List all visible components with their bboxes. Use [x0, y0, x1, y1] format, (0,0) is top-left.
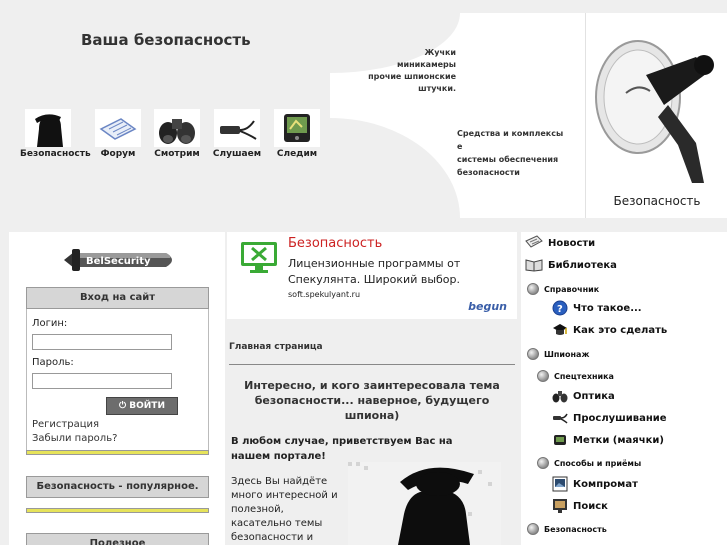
menu-item-methods[interactable]: Способы и приёмы — [537, 457, 641, 469]
login-button-label: ВОЙТИ — [129, 401, 165, 411]
menu-item-reference[interactable]: Справочник — [527, 283, 599, 295]
login-label: Логин: — [32, 318, 68, 329]
nav-label: Форум — [100, 149, 136, 159]
graduation-cap-icon — [553, 324, 567, 335]
svg-text:?: ? — [557, 304, 563, 315]
nav-label: Безопасность — [20, 149, 91, 159]
useful-panel-title[interactable]: Полезное — [26, 533, 209, 545]
right-sidebar-menu: Новости Библиотека Справочник ? Что тако… — [521, 232, 727, 545]
spy-silhouette-icon — [25, 109, 71, 147]
hero-caption: Безопасность — [613, 194, 701, 208]
popular-panel-title[interactable]: Безопасность - популярное. — [26, 476, 209, 498]
menu-item-compromat[interactable]: Компромат — [552, 476, 638, 492]
nav-item-security[interactable]: Безопасность — [20, 109, 91, 159]
divider — [229, 364, 515, 365]
menu-item-special-equipment[interactable]: Спецтехника — [537, 370, 614, 382]
password-input[interactable] — [32, 373, 172, 389]
nav-item-track[interactable]: Следим — [269, 109, 325, 159]
login-button[interactable]: ⏻ ВОЙТИ — [106, 397, 178, 415]
site-title: Ваша безопасность — [81, 31, 251, 49]
register-link[interactable]: Регистрация — [32, 419, 99, 430]
hero-image: Безопасность — [585, 13, 727, 218]
menu-item-espionage[interactable]: Шпионаж — [527, 348, 589, 360]
parabolic-microphone-icon — [595, 40, 714, 183]
news-icon — [525, 235, 543, 248]
knife-logo-icon: BelSecurity — [64, 249, 172, 271]
ad-title[interactable]: Безопасность — [288, 236, 382, 251]
spy-image — [348, 462, 501, 545]
ad-brand[interactable]: begun — [468, 300, 507, 313]
menu-item-how-to[interactable]: Как это сделать — [552, 322, 667, 338]
binoculars-icon — [154, 109, 200, 147]
main-content: Безопасность Лицензионные программы от С… — [227, 232, 517, 545]
gps-device-icon — [274, 109, 320, 147]
monitor-icon — [553, 499, 567, 513]
nav-item-listen[interactable]: Слушаем — [209, 109, 265, 159]
page-header: Ваша безопасность Безопасность Форум Смо… — [0, 0, 727, 220]
bullet-icon — [527, 523, 539, 535]
tagline-secondary: Средства и комплексы е системы обеспечен… — [457, 129, 564, 177]
bullet-icon — [537, 457, 549, 469]
welcome-text: В любом случае, приветствуем Вас на наше… — [231, 436, 453, 462]
notebook-icon — [95, 109, 141, 147]
panel-footer-bar — [26, 508, 209, 513]
panel-footer-bar — [26, 450, 209, 455]
tracker-icon — [554, 435, 566, 445]
nav-item-watch[interactable]: Смотрим — [149, 109, 205, 159]
login-panel: Логин: Пароль: ⏻ ВОЙТИ Регистрация Забыл… — [26, 309, 209, 454]
nav-label: Следим — [276, 149, 318, 159]
bullet-icon — [527, 283, 539, 295]
login-input[interactable] — [32, 334, 172, 350]
ad-url[interactable]: soft.spekulyant.ru — [288, 290, 360, 299]
nav-item-forum[interactable]: Форум — [90, 109, 146, 159]
tagline: Жучки миникамеры прочие шпионские штучки… — [368, 48, 456, 93]
power-icon: ⏻ — [119, 401, 127, 411]
breadcrumb: Главная страница — [229, 342, 323, 352]
forgot-password-link[interactable]: Забыли пароль? — [32, 433, 117, 444]
bullet-icon — [537, 370, 549, 382]
menu-item-what-is[interactable]: ? Что такое... — [552, 300, 642, 316]
password-label: Пароль: — [32, 357, 74, 368]
left-sidebar: BelSecurity Вход на сайт Логин: Пароль: … — [9, 232, 225, 545]
menu-item-trackers[interactable]: Метки (маячки) — [552, 433, 664, 447]
login-panel-title: Вход на сайт — [26, 287, 209, 309]
menu-item-eavesdropping[interactable]: Прослушивание — [552, 412, 667, 424]
nav-label: Смотрим — [154, 149, 200, 159]
ad-banner[interactable]: Безопасность Лицензионные программы от С… — [227, 232, 517, 319]
menu-item-search[interactable]: Поиск — [552, 498, 608, 514]
photo-icon — [552, 476, 568, 492]
bug-icon — [553, 413, 568, 424]
body-text: Здесь Вы найдёте много интересной и поле… — [231, 476, 338, 543]
binoculars-icon — [552, 391, 568, 403]
menu-item-news[interactable]: Новости — [525, 235, 595, 251]
intro-heading: Интересно, и кого заинтересовала тема бе… — [244, 379, 500, 422]
bug-microphone-icon — [214, 109, 260, 147]
svg-text:BelSecurity: BelSecurity — [86, 256, 151, 267]
monitor-close-icon — [241, 242, 277, 273]
book-icon — [525, 259, 543, 272]
nav-label: Слушаем — [212, 149, 262, 159]
menu-item-security[interactable]: Безопасность — [527, 523, 607, 535]
menu-item-optics[interactable]: Оптика — [552, 389, 615, 403]
bullet-icon — [527, 348, 539, 360]
question-icon: ? — [552, 300, 568, 316]
menu-item-library[interactable]: Библиотека — [525, 258, 617, 272]
ad-text: Лицензионные программы от Спекулянта. Ши… — [288, 257, 461, 286]
